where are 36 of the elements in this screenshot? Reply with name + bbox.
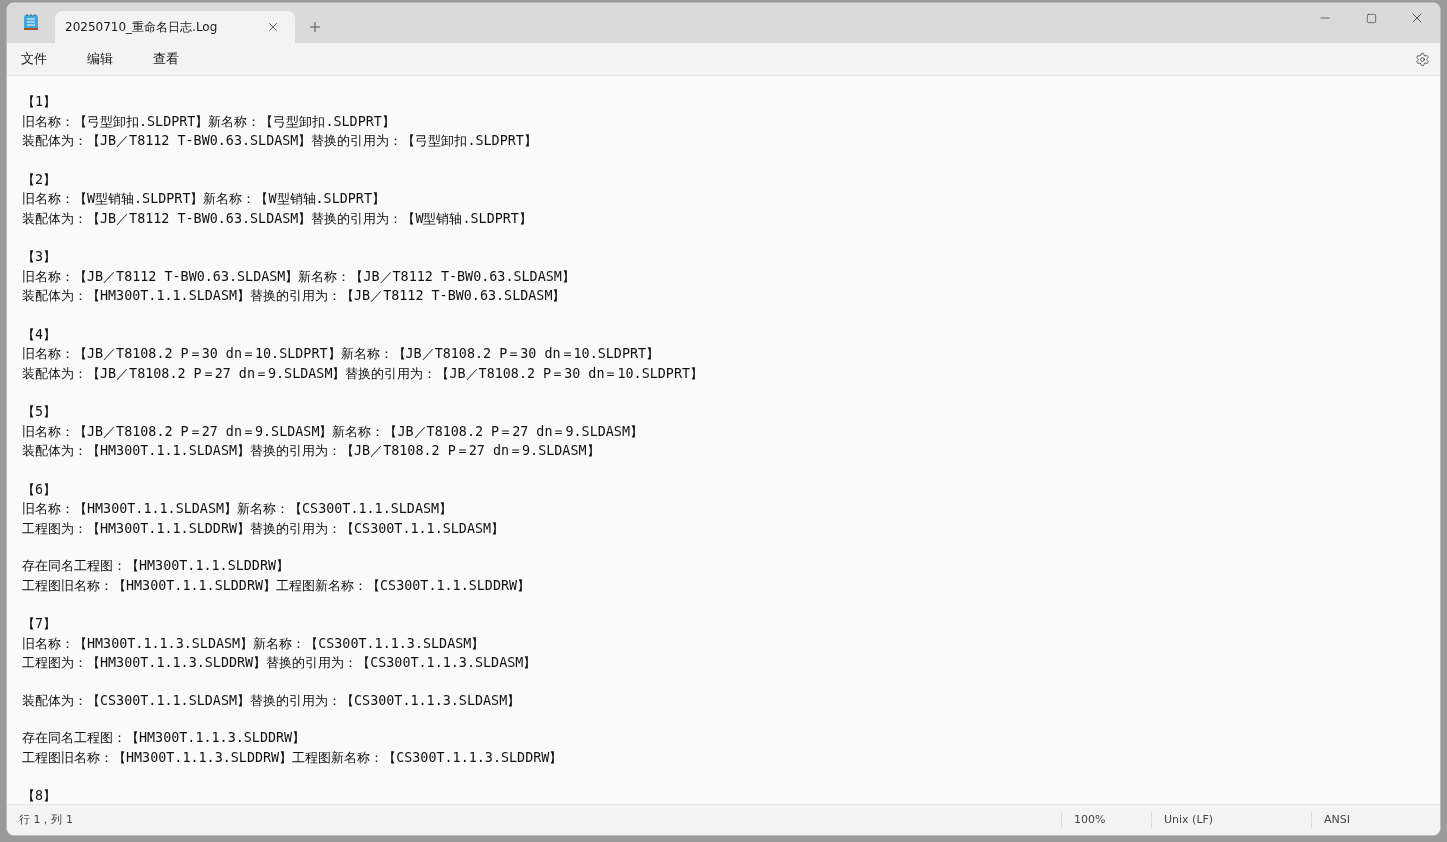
log-line: 装配体为：【JB／T8108.2 P＝27 dn＝9.SLDASM】替换的引用为：【JB／T8108.2 P＝30 dn＝10.SLDPRT】 [22,364,705,383]
log-line: 旧名称：【弓型卸扣.SLDPRT】新名称：【弓型卸扣.SLDPRT】 [22,112,396,131]
zoom-level: 100% [1061,812,1151,828]
log-line: 工程图旧名称：【HM300T.1.1.3.SLDDRW】工程图新名称：【CS300T.1.1.3.SLDDRW】 [22,748,564,767]
entry-label: 【1】 [22,93,58,111]
log-line: 装配体为：【CS300T.1.1.SLDASM】替换的引用为：【CS300T.1.1.3.SLDASM】 [22,691,522,710]
entry-label: 【5】 [22,403,58,421]
cursor-position: 行 1，列 1 [18,812,74,828]
menu-item[interactable]: 编辑 [79,46,121,72]
log-line: 旧名称：【JB／T8112 T-BW0.63.SLDASM】新名称：【JB／T8112 T-BW0.63.SLDASM】 [22,267,576,286]
log-line: 装配体为：【HM300T.1.1.SLDASM】替换的引用为：【JB／T8108.2 P＝27 dn＝9.SLDASM】 [22,442,601,460]
entry-label: 【8】 [22,787,58,804]
log-line: 装配体为：【JB／T8112 T-BW0.63.SLDASM】替换的引用为：【W型销轴.SLDPRT】 [22,209,533,228]
log-line: 旧名称：【JB／T8108.2 P＝30 dn＝10.SLDPRT】新名称：【JB／T8108.2 P＝30 dn＝10.SLDPRT】 [22,345,661,363]
log-line: 存在同名工程图：【HM300T.1.1.SLDDRW】 [22,557,291,575]
log-line: 旧名称：【HM300T.1.1.SLDASM】新名称：【CS300T.1.1.SLDASM】 [22,500,454,518]
log-line: 存在同名工程图：【HM300T.1.1.3.SLDDRW】 [22,729,307,747]
log-line: 旧名称：【JB／T8108.2 P＝27 dn＝9.SLDASM】新名称：【JB／T8108.2 P＝27 dn＝9.SLDASM】 [22,422,644,441]
entry-label: 【7】 [22,615,58,633]
entry-label: 【2】 [22,170,58,189]
log-line: 工程图为：【HM300T.1.1.3.SLDDRW】替换的引用为：【CS300T.1.1.3.SLDASM】 [22,654,538,672]
menu-item[interactable]: 文件 [13,46,55,72]
entry-label: 【4】 [22,325,58,344]
log-line: 装配体为：【JB／T8112 T-BW0.63.SLDASM】替换的引用为：【弓型卸扣.SLDPRT】 [22,132,538,150]
line-ending: Unix (LF) [1151,812,1311,828]
log-line: 旧名称：【W型销轴.SLDPRT】新名称：【W型销轴.SLDPRT】 [22,190,386,208]
notepad-icon [23,13,39,31]
log-line: 工程图为：【HM300T.1.1.SLDDRW】替换的引用为：【CS300T.1.1.SLDASM】 [22,519,506,538]
entry-label: 【6】 [22,480,58,499]
encoding: ANSI [1311,812,1426,828]
menu-item[interactable]: 查看 [145,46,187,72]
file-tab[interactable]: 20250710_重命名日志.Log [55,11,295,43]
entry-label: 【3】 [22,248,58,266]
log-line: 工程图旧名称：【HM300T.1.1.SLDDRW】工程图新名称：【CS300T.1.1.SLDDRW】 [22,576,532,595]
log-line: 旧名称：【HM300T.1.1.3.SLDASM】新名称：【CS300T.1.1.3.SLDASM】 [22,634,486,653]
log-line: 装配体为：【HM300T.1.1.SLDASM】替换的引用为：【JB／T8112 T-BW0.63.SLDASM】 [22,287,567,305]
